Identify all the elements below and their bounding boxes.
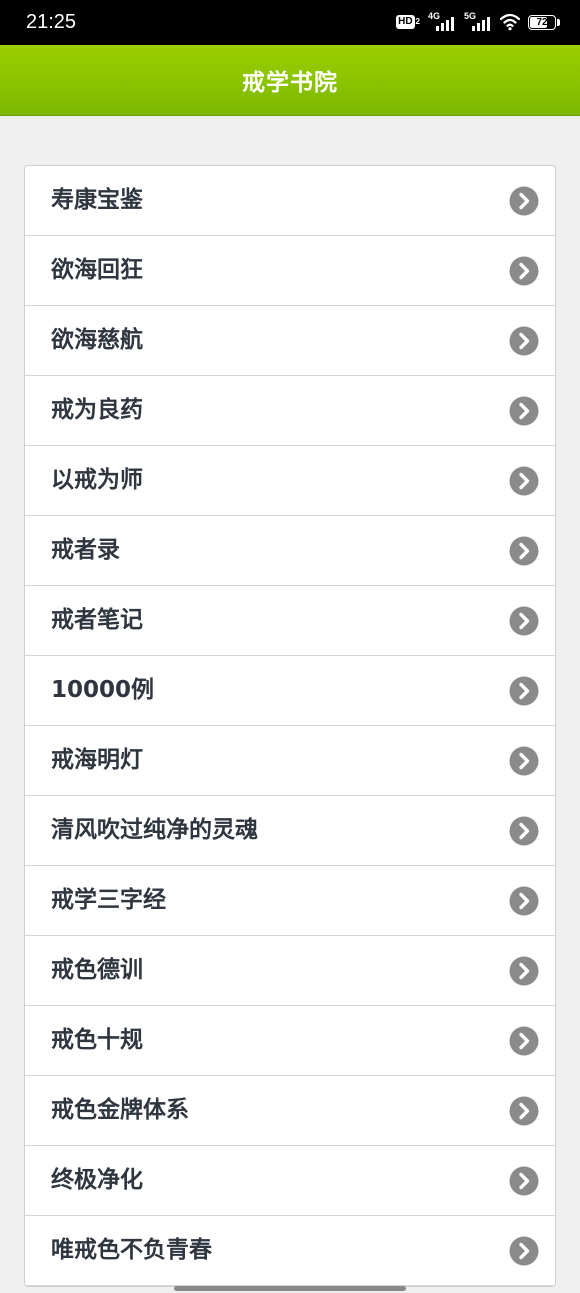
- list-item-label: 10000例: [51, 677, 155, 703]
- chevron-right-icon: [509, 256, 539, 286]
- page-title: 戒学书院: [242, 70, 338, 96]
- list-item[interactable]: 戒学三字经: [25, 866, 555, 936]
- list-item[interactable]: 戒海明灯: [25, 726, 555, 796]
- list-item-label: 戒色德训: [51, 957, 143, 983]
- chevron-right-icon: [509, 1026, 539, 1056]
- list-item[interactable]: 戒色德训: [25, 936, 555, 1006]
- chevron-right-icon: [509, 1166, 539, 1196]
- signal-icon: 4G: [428, 11, 456, 31]
- chevron-right-icon: [509, 396, 539, 426]
- list-item-label: 以戒为师: [51, 467, 143, 493]
- list-item[interactable]: 10000例: [25, 656, 555, 726]
- chevron-right-icon: [509, 606, 539, 636]
- status-icons: HD 2 4G 5G 72: [396, 11, 560, 33]
- list-item-label: 清风吹过纯净的灵魂: [51, 817, 258, 843]
- list-item[interactable]: 以戒为师: [25, 446, 555, 516]
- menu-list: 寿康宝鉴欲海回狂欲海慈航戒为良药以戒为师戒者录戒者笔记 10000例 戒海明灯清风吹…: [24, 165, 556, 1287]
- hd-label: HD: [396, 15, 415, 29]
- list-item[interactable]: 终极净化: [25, 1146, 555, 1216]
- list-item[interactable]: 欲海回狂: [25, 236, 555, 306]
- list-item[interactable]: 戒色金牌体系: [25, 1076, 555, 1146]
- list-item[interactable]: 寿康宝鉴: [25, 166, 555, 236]
- list-item-label: 寿康宝鉴: [51, 187, 143, 213]
- list-item[interactable]: 唯戒色不负青春: [25, 1216, 555, 1286]
- list-item-label: 戒色十规: [51, 1027, 143, 1053]
- status-bar: 21:25 HD 2 4G 5G 72: [0, 0, 580, 45]
- battery-icon: 72: [528, 14, 560, 30]
- app-header: 戒学书院: [0, 45, 580, 116]
- list-item[interactable]: 戒为良药: [25, 376, 555, 446]
- list-item-label: 欲海回狂: [51, 257, 143, 283]
- hd-sub: 2: [415, 17, 420, 26]
- list-item-label: 戒者笔记: [51, 607, 143, 633]
- chevron-right-icon: [509, 326, 539, 356]
- battery-level: 72: [536, 16, 548, 28]
- wifi-icon: [500, 13, 520, 31]
- list-item[interactable]: 清风吹过纯净的灵魂: [25, 796, 555, 866]
- list-item[interactable]: 戒者录: [25, 516, 555, 586]
- chevron-right-icon: [509, 676, 539, 706]
- list-item-label: 戒色金牌体系: [51, 1097, 189, 1123]
- list-item[interactable]: 戒色十规: [25, 1006, 555, 1076]
- chevron-right-icon: [509, 466, 539, 496]
- status-time: 21:25: [26, 11, 77, 33]
- list-item-label: 戒者录: [51, 537, 120, 563]
- hd-icon: HD 2: [396, 15, 420, 29]
- chevron-right-icon: [509, 886, 539, 916]
- list-item-label: 欲海慈航: [51, 327, 143, 353]
- chevron-right-icon: [509, 186, 539, 216]
- list-item-label: 戒为良药: [51, 397, 143, 423]
- chevron-right-icon: [509, 746, 539, 776]
- list-item[interactable]: 欲海慈航: [25, 306, 555, 376]
- list-item-label: 终极净化: [51, 1167, 143, 1193]
- list-item-label: 戒海明灯: [51, 747, 143, 773]
- chevron-right-icon: [509, 536, 539, 566]
- chevron-right-icon: [509, 956, 539, 986]
- chevron-right-icon: [509, 1236, 539, 1266]
- chevron-right-icon: [509, 1096, 539, 1126]
- chevron-right-icon: [509, 816, 539, 846]
- signal-icon: 5G: [464, 11, 492, 31]
- list-item-label: 戒学三字经: [51, 887, 166, 913]
- list-item[interactable]: 戒者笔记: [25, 586, 555, 656]
- home-indicator[interactable]: [174, 1286, 406, 1291]
- list-item-label: 唯戒色不负青春: [51, 1237, 212, 1263]
